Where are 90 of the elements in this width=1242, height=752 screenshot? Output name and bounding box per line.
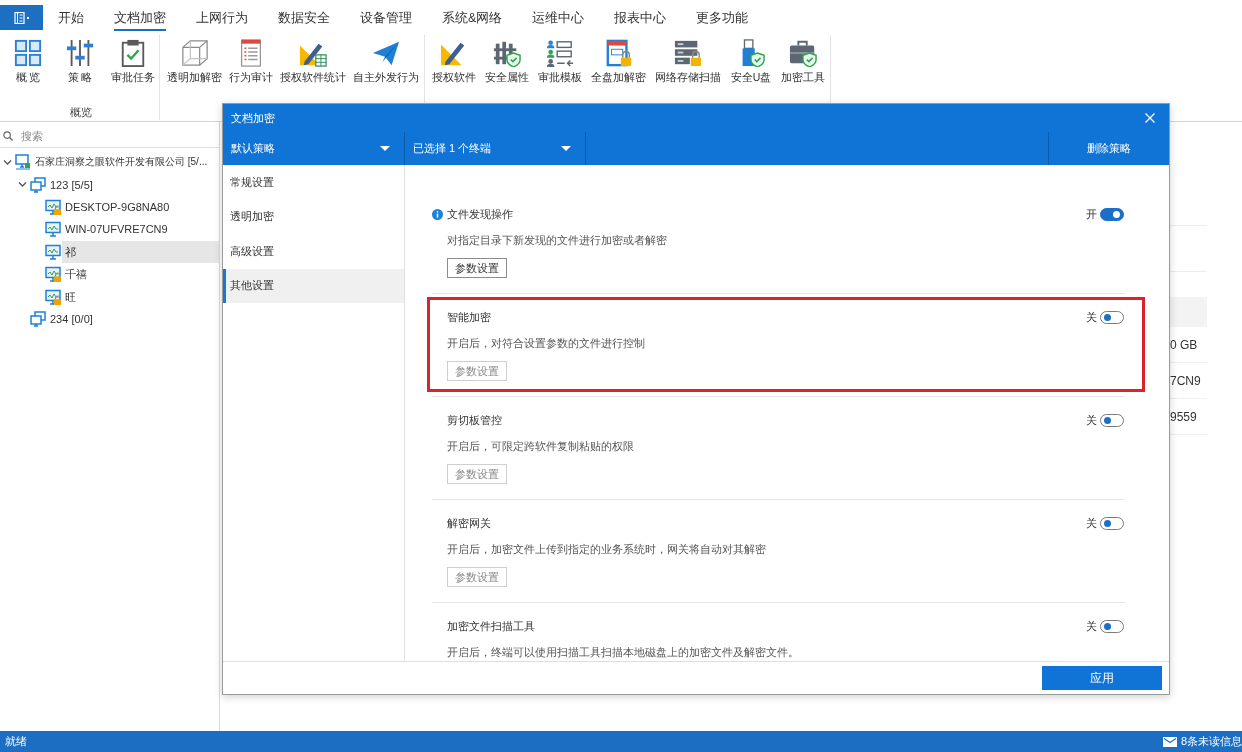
menu-tab[interactable]: 开始 <box>58 5 84 31</box>
ribbon-button[interactable]: 行为审计 <box>229 35 273 84</box>
switch-state-label: 关 <box>1086 515 1097 531</box>
ribbon-button[interactable]: 全盘加解密 <box>591 35 646 84</box>
ribbon-button[interactable]: 策 略 <box>59 35 101 84</box>
ribbon-button[interactable]: 授权软件统计 <box>280 35 346 84</box>
close-icon[interactable] <box>1145 113 1155 123</box>
ribbon-button[interactable]: 授权软件 <box>432 35 476 84</box>
app-menu-button[interactable] <box>0 5 43 30</box>
section-description: 对指定目录下新发现的文件进行加密或者解密 <box>447 233 668 247</box>
dropdown[interactable]: 默认策略 <box>223 132 405 165</box>
envelope-icon[interactable] <box>1162 736 1177 747</box>
switch-state-label: 开 <box>1086 206 1097 222</box>
section-description: 开启后，对符合设置参数的文件进行控制 <box>447 336 646 350</box>
computers-icon <box>30 176 46 193</box>
menu-tab[interactable]: 更多功能 <box>696 5 749 31</box>
drive-lock-icon <box>604 39 633 67</box>
search-icon <box>3 130 13 141</box>
table-cell: 7CN9 <box>1170 373 1201 388</box>
nav-item[interactable]: 透明加密 <box>223 199 404 234</box>
switch-state-label: 关 <box>1086 412 1097 428</box>
toggle-switch[interactable] <box>1100 207 1124 221</box>
toggle-switch[interactable] <box>1100 310 1124 324</box>
ribbon-button[interactable]: 网络存储扫描 <box>655 35 721 84</box>
menu-tab[interactable]: 数据安全 <box>278 5 330 31</box>
switch-state-label: 关 <box>1086 618 1097 634</box>
section-description: 开启后，加密文件上传到指定的业务系统时，网关将自动对其解密 <box>447 542 767 556</box>
section-description: 开启后，终端可以使用扫描工具扫描本地磁盘上的加密文件及解密文件。 <box>447 645 800 659</box>
server-lock-icon <box>674 39 702 67</box>
paper-plane-icon <box>372 39 400 67</box>
ribbon-button[interactable]: 审批任务 <box>111 35 155 84</box>
tree-item[interactable]: 234 [0/0] <box>47 307 96 330</box>
ribbon-group-label: 概览 <box>70 105 92 120</box>
tree-item[interactable]: 祁 <box>62 240 219 263</box>
section-title: 剪切板管控 <box>447 412 503 428</box>
unread-messages-text[interactable]: 8条未读信息 <box>1180 734 1242 749</box>
ribbon-button[interactable]: 审批模板 <box>538 35 582 84</box>
dropdown[interactable]: 已选择 1 个终端 <box>405 132 586 165</box>
section-title: 文件发现操作 <box>447 206 514 222</box>
nav-item[interactable]: 其他设置 <box>223 268 404 303</box>
nav-item[interactable]: 高级设置 <box>223 234 404 269</box>
section-title: 解密网关 <box>447 515 492 531</box>
ribbon-button[interactable]: 加密工具 <box>781 35 825 84</box>
chevron-down-icon[interactable] <box>18 180 27 190</box>
user-list-icon <box>546 39 574 67</box>
tree-item[interactable]: 123 [5/5] <box>47 173 96 196</box>
grid-icon <box>14 39 42 67</box>
menu-icon <box>13 11 30 24</box>
network-icon <box>15 154 31 171</box>
menu-tab[interactable]: 文档加密 <box>114 5 166 31</box>
ribbon-button[interactable]: 自主外发行为 <box>353 35 419 84</box>
table-cell: 0 GB <box>1170 337 1198 352</box>
chevron-down-icon[interactable] <box>3 157 12 167</box>
caret-icon <box>380 146 390 151</box>
tree-item[interactable]: WIN-07UFVRE7CN9 <box>62 218 171 241</box>
section-title: 智能加密 <box>447 309 492 325</box>
menu-tab[interactable]: 报表中心 <box>614 5 667 31</box>
toolbox-shield-icon <box>789 39 817 67</box>
tree-item[interactable]: 千禧 <box>62 263 90 286</box>
tree-item[interactable]: DESKTOP-9G8NA80 <box>62 195 173 218</box>
clipboard-check-icon <box>119 39 147 67</box>
table-cell: 9559 <box>1170 409 1197 424</box>
toggle-switch[interactable] <box>1100 516 1124 530</box>
sliders-icon <box>66 39 94 67</box>
apply-button[interactable]: 应用 <box>1042 666 1162 690</box>
menu-tab[interactable]: 设备管理 <box>360 5 412 31</box>
toggle-switch[interactable] <box>1100 619 1124 633</box>
settings-button[interactable]: 参数设置 <box>447 258 507 278</box>
section-title: 加密文件扫描工具 <box>447 618 536 634</box>
ribbon-button[interactable]: 透明加解密 <box>167 35 222 84</box>
ribbon-button[interactable]: 安全属性 <box>485 35 529 84</box>
toggle-switch[interactable] <box>1100 413 1124 427</box>
menu-tab[interactable]: 运维中心 <box>532 5 585 31</box>
status-text: 就绪 <box>5 734 27 749</box>
fence-shield-icon <box>493 39 521 67</box>
tree-item[interactable]: 石家庄洞察之眼软件开发有限公司 [5/... <box>32 151 208 174</box>
ribbon-button[interactable]: 安全U盘 <box>730 35 772 84</box>
tree-item[interactable]: 旺 <box>62 285 79 308</box>
caret-icon <box>561 146 571 151</box>
computers-icon <box>30 310 46 327</box>
cube-icon <box>180 39 209 67</box>
nav-item[interactable]: 常规设置 <box>223 165 404 200</box>
switch-state-label: 关 <box>1086 309 1097 325</box>
ribbon-button[interactable]: 概 览 <box>7 35 49 84</box>
search-field[interactable]: 搜索 <box>21 126 213 145</box>
section-description: 开启后，可限定跨软件复制粘贴的权限 <box>447 439 635 453</box>
menu-tab[interactable]: 上网行为 <box>196 5 248 31</box>
dialog-title: 文档加密 <box>231 110 275 126</box>
menu-tab[interactable]: 系统&网络 <box>442 5 503 31</box>
delete-policy-button[interactable]: 删除策略 <box>1048 132 1169 165</box>
